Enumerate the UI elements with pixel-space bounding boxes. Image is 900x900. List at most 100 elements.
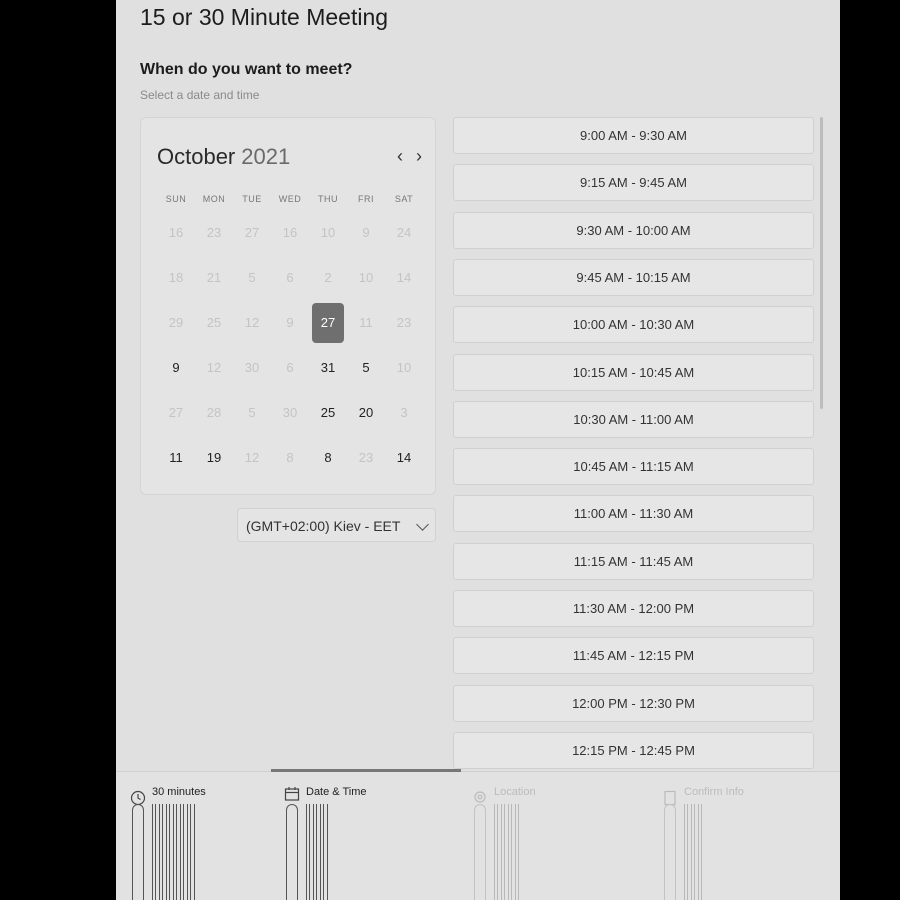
calendar-day: 30 [233,345,271,390]
calendar-day-number: 30 [282,405,298,420]
calendar-day-number: 28 [206,405,222,420]
calendar-day: 27 [157,390,195,435]
calendar-day-number: 31 [320,360,336,375]
calendar-day-number: 25 [206,315,222,330]
calendar-day-number: 8 [286,450,294,465]
calendar-day: 9 [347,210,385,255]
calendar-day: 10 [347,255,385,300]
calendar-day-number: 10 [358,270,374,285]
calendar-day: 6 [271,345,309,390]
calendar-day[interactable]: 5 [347,345,385,390]
calendar-day-number: 9 [172,360,180,375]
calendar-day: 12 [195,345,233,390]
calendar-day-number: 5 [362,360,370,375]
step-label: 30 minutes [152,786,206,798]
calendar-day[interactable]: 19 [195,435,233,480]
calendar-day-number: 5 [248,270,256,285]
calendar-day: 28 [195,390,233,435]
calendar-day-number: 29 [168,315,184,330]
timezone-select[interactable]: (GMT+02:00) Kiev - EET [237,508,436,542]
calendar-day: 24 [385,210,423,255]
step-rail [474,804,486,900]
time-slot-button[interactable]: 12:00 PM - 12:30 PM [453,684,814,722]
calendar-day: 10 [309,210,347,255]
time-slot-button[interactable]: 9:15 AM - 9:45 AM [453,164,814,202]
time-slot-button[interactable]: 11:30 AM - 12:00 PM [453,590,814,627]
calendar: October 2021 ‹ › SUN MON TUE WED THU FRI SAT 16… [140,117,436,495]
calendar-year: 2021 [241,144,291,169]
time-slot-button[interactable]: 11:45 AM - 12:15 PM [453,637,814,675]
calendar-day: 27 [233,210,271,255]
calendar-day-number: 19 [206,450,222,465]
calendar-day-selected[interactable]: 27 [309,300,347,345]
calendar-days: 16 23 27 16 10 9 24 18 21 5 6 2 10 14 29 25 12 9 27 11 23 9 12… [157,210,423,480]
time-slot-button[interactable]: 10:00 AM - 10:30 AM [453,306,814,344]
calendar-day-number: 12 [244,450,260,465]
time-slot-button[interactable]: 9:00 AM - 9:30 AM [453,117,814,154]
calendar-day-number: 5 [248,405,256,420]
step-rail [132,804,144,900]
calendar-day[interactable]: 9 [157,345,195,390]
calendar-day: 9 [271,300,309,345]
calendar-day: 21 [195,255,233,300]
time-slot-button[interactable]: 11:15 AM - 11:45 AM [453,542,814,580]
timezone-label: (GMT+02:00) Kiev - EET [246,518,401,534]
calendar-day[interactable]: 8 [309,435,347,480]
chevron-right-icon[interactable]: › [416,146,422,167]
time-slot-list: 9:00 AM - 9:30 AM 9:15 AM - 9:45 AM 9:30 A… [453,117,816,771]
time-slot-button[interactable]: 10:30 AM - 11:00 AM [453,400,814,438]
chevron-left-icon[interactable]: ‹ [397,146,403,167]
calendar-day-number: 2 [324,270,332,285]
calendar-day-number: 23 [396,315,412,330]
calendar-day: 14 [385,255,423,300]
calendar-header: October 2021 [157,144,290,170]
step-label: Location [494,786,536,798]
weekday-label: FRI [358,194,374,204]
calendar-day: 10 [385,345,423,390]
calendar-day-number: 27 [312,302,344,343]
calendar-day-number: 11 [359,315,373,330]
calendar-day[interactable]: 20 [347,390,385,435]
calendar-day-number: 14 [396,450,412,465]
step-redacted-content [684,804,702,900]
step-label: Date & Time [306,786,367,798]
calendar-day-number: 30 [244,360,260,375]
progress-indicator [271,769,461,772]
time-slot-button[interactable]: 10:45 AM - 11:15 AM [453,448,814,486]
calendar-day: 23 [195,210,233,255]
calendar-day[interactable]: 31 [309,345,347,390]
calendar-day: 16 [157,210,195,255]
time-slot-button[interactable]: 9:45 AM - 10:15 AM [453,258,814,296]
section-heading: When do you want to meet? [140,61,353,78]
calendar-day: 5 [233,255,271,300]
calendar-day: 8 [271,435,309,480]
calendar-day: 3 [385,390,423,435]
calendar-day-number: 9 [286,315,294,330]
time-slot-button[interactable]: 9:30 AM - 10:00 AM [453,211,814,249]
calendar-day-number: 3 [400,405,408,420]
calendar-day-number: 25 [320,405,336,420]
calendar-day[interactable]: 11 [157,435,195,480]
calendar-day[interactable]: 25 [309,390,347,435]
calendar-month: October [157,144,236,169]
calendar-day: 30 [271,390,309,435]
weekday-label: SAT [394,194,414,204]
calendar-day-number: 10 [396,360,412,375]
time-slot-button[interactable]: 12:15 PM - 12:45 PM [453,731,814,769]
calendar-day-number: 10 [320,225,336,240]
calendar-day-number: 20 [358,405,374,420]
calendar-day-number: 16 [168,225,184,240]
time-slot-button[interactable]: 10:15 AM - 10:45 AM [453,353,814,391]
calendar-day-number: 6 [286,270,294,285]
step-redacted-content [152,804,196,900]
time-slot-scrollbar[interactable] [820,117,823,409]
calendar-day: 23 [347,435,385,480]
calendar-day-number: 18 [168,270,184,285]
time-slot-button[interactable]: 11:00 AM - 11:30 AM [453,495,814,533]
calendar-day: 23 [385,300,423,345]
calendar-day: 6 [271,255,309,300]
calendar-day[interactable]: 14 [385,435,423,480]
calendar-day-number: 21 [206,270,222,285]
calendar-day-number: 24 [396,225,412,240]
progress-steps: 30 minutes Date & Time Location Confirm … [116,769,840,900]
